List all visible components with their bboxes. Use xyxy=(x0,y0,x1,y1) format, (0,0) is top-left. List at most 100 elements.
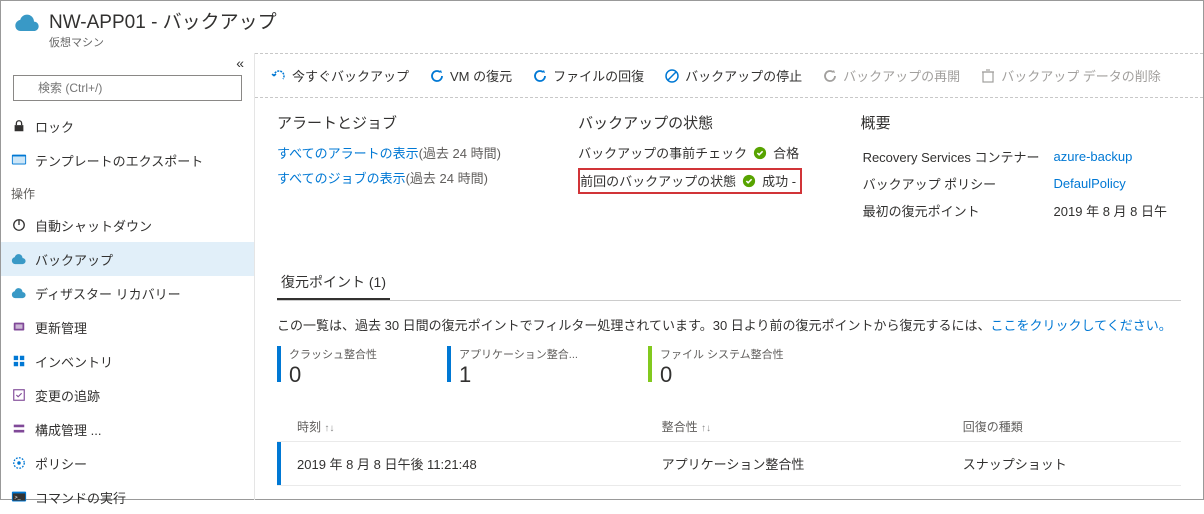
sidebar-item-label: 変更の追跡 xyxy=(35,386,100,405)
th-recovery-type[interactable]: 回復の種類 xyxy=(947,412,1181,442)
backup-now-button[interactable]: 今すぐバックアップ xyxy=(263,62,417,89)
sidebar-item-label: 自動シャットダウン xyxy=(35,216,152,235)
config-icon xyxy=(11,421,27,437)
sidebar-item-label: バックアップ xyxy=(35,250,113,269)
sidebar: « ロック テンプレートのエクスポート 操作 自動シャットダウン バックアップ xyxy=(1,53,255,500)
sidebar-item-update-mgmt[interactable]: 更新管理 xyxy=(1,310,254,344)
sidebar-item-label: ポリシー xyxy=(35,454,87,473)
cell-recovery-type: スナップショット xyxy=(947,442,1181,486)
stat-bar xyxy=(447,346,451,382)
stat-label: アプリケーション整合... xyxy=(459,346,578,362)
resume-icon xyxy=(822,68,838,84)
restore-points-section: 復元ポイント (1) この一覧は、過去 30 日間の復元ポイントでフィルター処理… xyxy=(277,266,1181,486)
alerts-suffix: (過去 24 時間) xyxy=(419,146,501,161)
alerts-section: アラートとジョブ すべてのアラートの表示(過去 24 時間) すべてのジョブの表… xyxy=(277,112,558,226)
jobs-suffix: (過去 24 時間) xyxy=(406,171,488,186)
stat-value: 0 xyxy=(660,362,784,388)
filter-text: この一覧は、過去 30 日間の復元ポイントでフィルター処理されています。30 日… xyxy=(277,315,1181,334)
lock-icon xyxy=(11,118,27,134)
th-consistency[interactable]: 整合性 ↑↓ xyxy=(646,412,947,442)
sidebar-item-run-command[interactable]: >_ コマンドの実行 xyxy=(1,480,254,514)
stat-crash: クラッシュ整合性 0 xyxy=(277,346,377,388)
restore-vm-button[interactable]: VM の復元 xyxy=(421,62,520,89)
rs-link[interactable]: azure-backup xyxy=(1054,149,1133,164)
filter-link[interactable]: ここをクリックしてください。 xyxy=(991,318,1172,333)
stat-label: ファイル システム整合性 xyxy=(660,346,784,362)
policy-label: バックアップ ポリシー xyxy=(863,172,1052,197)
page-title: NW-APP01 - バックアップ xyxy=(49,7,277,34)
restore-points-table: 時刻 ↑↓ 整合性 ↑↓ 回復の種類 2019 年 8 月 8 日午後 11:2… xyxy=(277,412,1181,486)
backup-icon xyxy=(11,251,27,267)
page-subtitle: 仮想マシン xyxy=(49,34,277,50)
search-input[interactable] xyxy=(13,75,242,101)
summary-section: 概要 Recovery Services コンテナー azure-backup … xyxy=(861,112,1181,226)
last-backup-label: 前回のバックアップの状態 xyxy=(580,171,736,190)
cell-time: 2019 年 8 月 8 日午後 11:21:48 xyxy=(281,442,646,486)
alerts-title: アラートとジョブ xyxy=(277,112,558,133)
table-row[interactable]: 2019 年 8 月 8 日午後 11:21:48 アプリケーション整合性 スナ… xyxy=(277,442,1181,486)
policy-icon xyxy=(11,455,27,471)
precheck-label: バックアップの事前チェック xyxy=(578,143,747,162)
toolbar-label: VM の復元 xyxy=(450,66,512,85)
stat-bar xyxy=(277,346,281,382)
inventory-icon xyxy=(11,353,27,369)
toolbar: 今すぐバックアップ VM の復元 ファイルの回復 バックアップの停止 バックアッ… xyxy=(255,54,1203,98)
sidebar-item-dr[interactable]: ディザスター リカバリー xyxy=(1,276,254,310)
file-recovery-button[interactable]: ファイルの回復 xyxy=(524,62,652,89)
sidebar-item-change-tracking[interactable]: 変更の追跡 xyxy=(1,378,254,412)
show-all-jobs-link[interactable]: すべてのジョブの表示 xyxy=(277,171,406,186)
sidebar-item-label: ロック xyxy=(35,117,74,136)
status-title: バックアップの状態 xyxy=(578,112,840,133)
sidebar-item-auto-shutdown[interactable]: 自動シャットダウン xyxy=(1,208,254,242)
stat-value: 0 xyxy=(289,362,377,388)
vm-icon xyxy=(13,10,41,38)
sidebar-section-ops: 操作 xyxy=(1,177,254,208)
collapse-button[interactable]: « xyxy=(1,53,254,71)
sidebar-item-label: ディザスター リカバリー xyxy=(35,284,181,303)
resume-backup-button: バックアップの再開 xyxy=(814,62,968,89)
sidebar-item-policy[interactable]: ポリシー xyxy=(1,446,254,480)
sidebar-item-config-mgmt[interactable]: 構成管理 ... xyxy=(1,412,254,446)
sidebar-item-label: 更新管理 xyxy=(35,318,87,337)
first-rp-label: 最初の復元ポイント xyxy=(863,199,1052,224)
sidebar-item-inventory[interactable]: インベントリ xyxy=(1,344,254,378)
th-time[interactable]: 時刻 ↑↓ xyxy=(281,412,646,442)
policy-link[interactable]: DefaulPolicy xyxy=(1054,176,1126,191)
trash-icon xyxy=(980,68,996,84)
sidebar-item-label: テンプレートのエクスポート xyxy=(35,151,203,170)
restore-points-tab[interactable]: 復元ポイント (1) xyxy=(277,266,390,300)
success-icon xyxy=(742,174,756,188)
stat-label: クラッシュ整合性 xyxy=(289,346,377,362)
cloud-icon xyxy=(11,285,27,301)
summary-title: 概要 xyxy=(861,112,1181,133)
sidebar-item-label: 構成管理 ... xyxy=(35,420,101,439)
highlighted-status: 前回のバックアップの状態 成功 - xyxy=(578,168,802,194)
main-content: 今すぐバックアップ VM の復元 ファイルの回復 バックアップの停止 バックアッ… xyxy=(255,53,1203,500)
restore-icon xyxy=(429,68,445,84)
stat-bar xyxy=(648,346,652,382)
toolbar-label: バックアップの再開 xyxy=(843,66,960,85)
show-all-alerts-link[interactable]: すべてのアラートの表示 xyxy=(277,146,419,161)
stat-value: 1 xyxy=(459,362,578,388)
precheck-value: 合格 xyxy=(773,143,799,162)
stat-app: アプリケーション整合... 1 xyxy=(447,346,578,388)
toolbar-label: ファイルの回復 xyxy=(553,66,644,85)
toolbar-label: 今すぐバックアップ xyxy=(292,66,409,85)
rs-label: Recovery Services コンテナー xyxy=(863,145,1052,170)
status-section: バックアップの状態 バックアップの事前チェック 合格 前回のバックアップの状態 … xyxy=(578,112,840,226)
stop-icon xyxy=(664,68,680,84)
sidebar-item-template-export[interactable]: テンプレートのエクスポート xyxy=(1,143,254,177)
success-icon xyxy=(753,146,767,160)
last-backup-value: 成功 - xyxy=(762,171,796,190)
backup-now-icon xyxy=(271,68,287,84)
toolbar-label: バックアップの停止 xyxy=(685,66,802,85)
sidebar-item-label: コマンドの実行 xyxy=(35,488,126,507)
sidebar-item-label: インベントリ xyxy=(35,352,113,371)
sidebar-item-backup[interactable]: バックアップ xyxy=(1,242,254,276)
file-recovery-icon xyxy=(532,68,548,84)
stop-backup-button[interactable]: バックアップの停止 xyxy=(656,62,810,89)
stat-file: ファイル システム整合性 0 xyxy=(648,346,784,388)
power-icon xyxy=(11,217,27,233)
sidebar-item-lock[interactable]: ロック xyxy=(1,109,254,143)
cell-consistency: アプリケーション整合性 xyxy=(646,442,947,486)
